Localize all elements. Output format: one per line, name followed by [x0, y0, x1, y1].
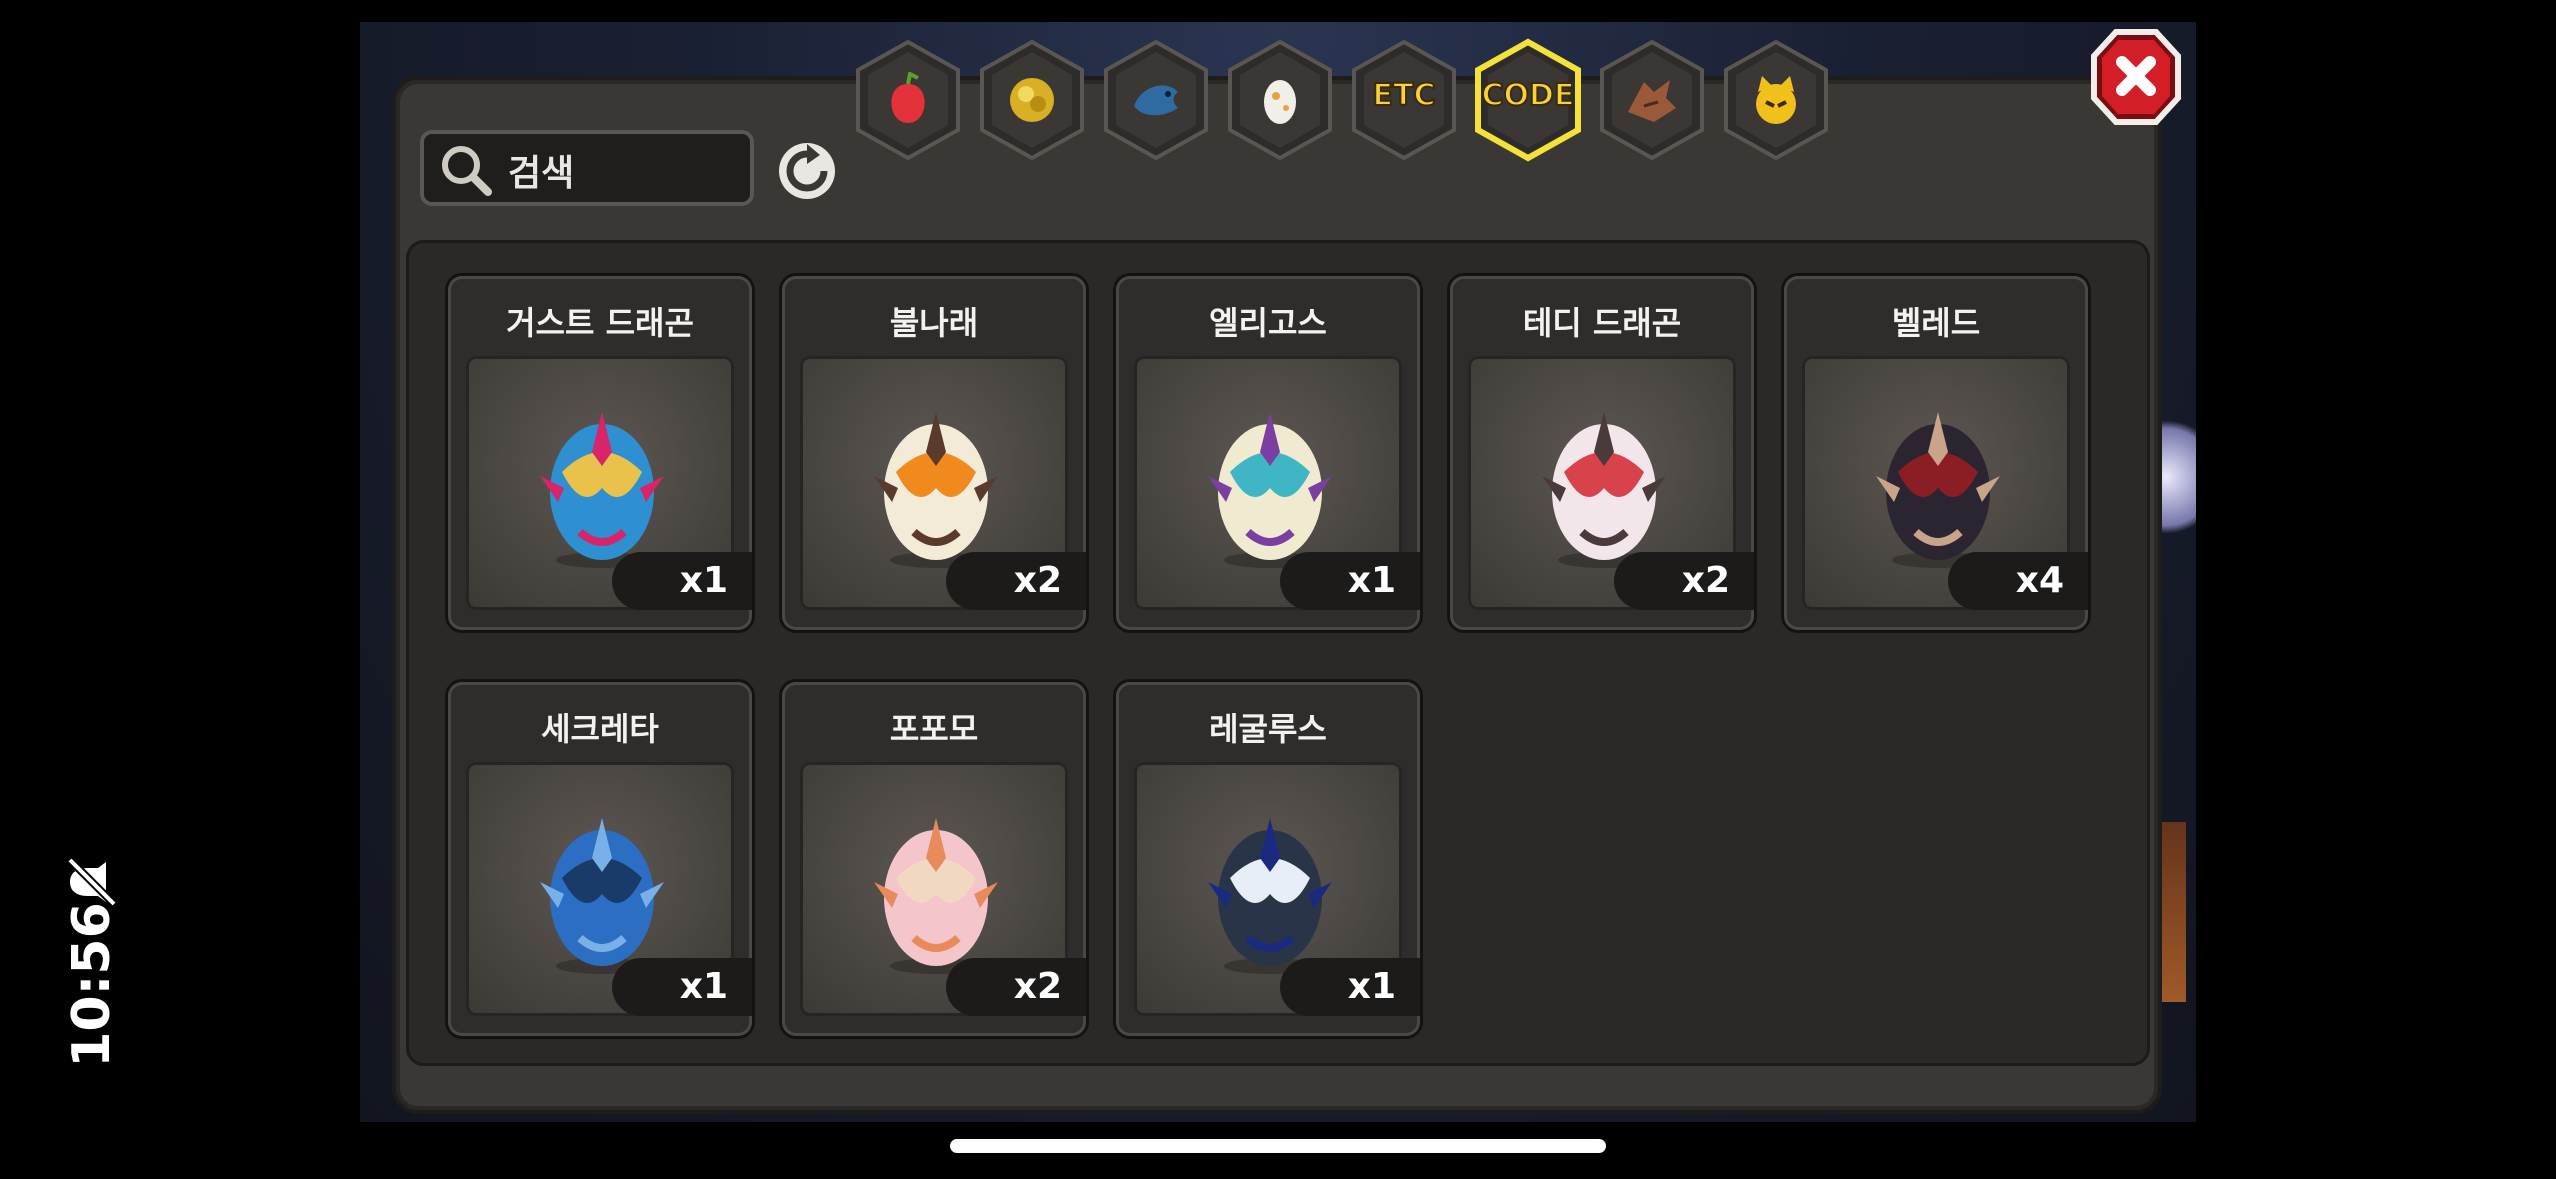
- item-quantity: x1: [1280, 958, 1420, 1016]
- fish-icon: [1134, 85, 1178, 116]
- item-card[interactable]: 거스트 드래곤 x1: [448, 276, 752, 630]
- search-field[interactable]: 검색: [420, 130, 754, 206]
- gold-icon: [1010, 78, 1054, 122]
- item-quantity: x1: [612, 552, 752, 610]
- item-card[interactable]: 엘리고스 x1: [1116, 276, 1420, 630]
- fruit-icon: [891, 72, 925, 123]
- egg-icon: [1264, 80, 1296, 124]
- tab-fish[interactable]: [1100, 38, 1212, 162]
- item-quantity: x2: [946, 958, 1086, 1016]
- item-quantity: x4: [1948, 552, 2088, 610]
- item-quantity: x1: [1280, 552, 1420, 610]
- search-placeholder: 검색: [508, 153, 575, 194]
- item-quantity: x1: [612, 958, 752, 1016]
- egg-icon: [1208, 412, 1332, 568]
- home-indicator[interactable]: [950, 1139, 1606, 1153]
- item-quantity: x2: [1614, 552, 1754, 610]
- close-button[interactable]: [2090, 28, 2182, 126]
- egg-icon: [1208, 818, 1332, 974]
- item-name: 레굴루스: [1209, 710, 1327, 748]
- item-name: 벨레드: [1891, 304, 1981, 342]
- item-quantity: x2: [946, 552, 1086, 610]
- tab-gold[interactable]: [976, 38, 1088, 162]
- tab-label: CODE: [1481, 77, 1576, 114]
- egg-icon: [874, 412, 998, 568]
- status-bar: 10:56: [40, 857, 130, 1080]
- tab-label: ETC: [1372, 77, 1437, 114]
- search-icon: [442, 146, 492, 196]
- tab-pet[interactable]: [1720, 38, 1832, 162]
- dragon-head-icon: [1628, 80, 1676, 122]
- item-card[interactable]: 테디 드래곤 x2: [1450, 276, 1754, 630]
- tab-dragon[interactable]: [1596, 38, 1708, 162]
- item-name: 불나래: [889, 304, 979, 342]
- item-card[interactable]: 불나래 x2: [782, 276, 1086, 630]
- item-name: 포포모: [889, 710, 979, 748]
- egg-icon: [874, 818, 998, 974]
- item-name: 세크레타: [541, 710, 659, 748]
- item-name: 테디 드래곤: [1522, 304, 1682, 342]
- item-card[interactable]: 세크레타 x1: [448, 682, 752, 1036]
- tab-egg[interactable]: [1224, 38, 1336, 162]
- egg-icon: [1542, 412, 1666, 568]
- item-card[interactable]: 벨레드 x4: [1784, 276, 2088, 630]
- item-name: 거스트 드래곤: [506, 304, 694, 342]
- egg-icon: [1876, 412, 2000, 568]
- item-name: 엘리고스: [1209, 304, 1327, 342]
- item-card[interactable]: 포포모 x2: [782, 682, 1086, 1036]
- egg-icon: [540, 818, 664, 974]
- tab-etc[interactable]: ETC: [1348, 38, 1460, 162]
- tab-fruit[interactable]: [852, 38, 964, 162]
- item-card[interactable]: 레굴루스 x1: [1116, 682, 1420, 1036]
- pet-face-icon: [1756, 76, 1796, 124]
- egg-icon: [540, 412, 664, 568]
- refresh-icon[interactable]: [776, 140, 838, 202]
- tab-code[interactable]: CODE: [1472, 38, 1584, 162]
- status-time: 10:56: [62, 902, 122, 1068]
